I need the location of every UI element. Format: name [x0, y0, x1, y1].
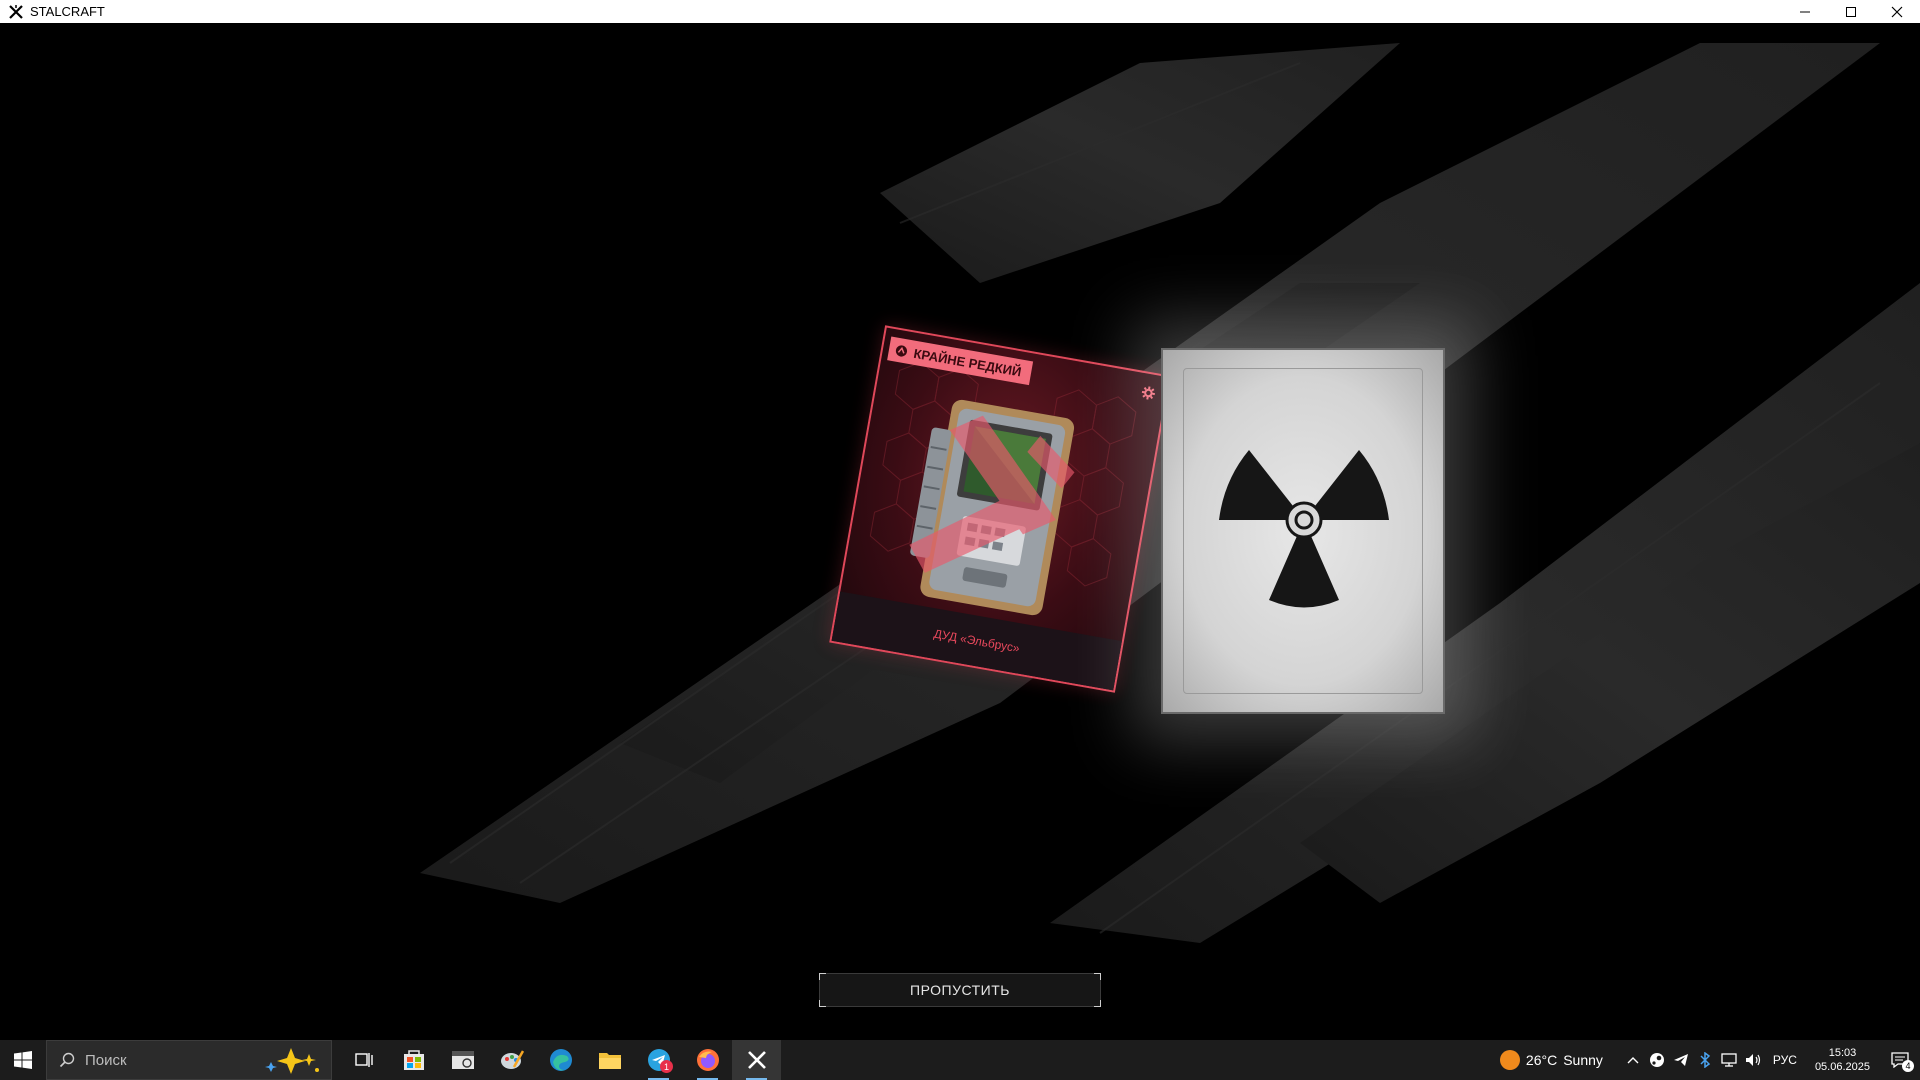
task-view-button[interactable] [340, 1040, 389, 1080]
close-button[interactable] [1874, 0, 1920, 23]
start-button[interactable] [0, 1040, 46, 1080]
taskbar-apps: 1 [340, 1040, 781, 1080]
edge-button[interactable] [536, 1040, 585, 1080]
firefox-button[interactable] [683, 1040, 732, 1080]
input-language[interactable]: РУС [1773, 1053, 1797, 1067]
action-center-button[interactable]: 4 [1880, 1040, 1920, 1080]
facedown-card[interactable] [1161, 348, 1445, 714]
store-icon [403, 1050, 424, 1070]
weather-temp: 26°C [1525, 1052, 1558, 1068]
windows-taskbar: Поиск 1 26°C Sunny РУС 15:03 05.06.2025 … [0, 1040, 1920, 1080]
network-tray-button[interactable] [1717, 1040, 1741, 1080]
calendar-app-icon [451, 1051, 474, 1069]
show-hidden-icons-button[interactable] [1621, 1040, 1645, 1080]
stalcraft-taskbar-button[interactable] [732, 1040, 781, 1080]
calendar-app-button[interactable] [438, 1040, 487, 1080]
rarity-icon [895, 344, 908, 357]
file-explorer-button[interactable] [585, 1040, 634, 1080]
skip-button[interactable]: ПРОПУСТИТЬ [819, 973, 1101, 1007]
weather-condition: Sunny [1563, 1052, 1603, 1068]
minimize-icon [1800, 11, 1810, 12]
maximize-icon [1846, 6, 1856, 17]
reward-card[interactable]: КРАЙНЕ РЕДКИЙ ДУД «Эльбрус» [829, 325, 1171, 693]
window-titlebar: STALCRAFT [0, 0, 1920, 23]
system-tray: 26°C Sunny РУС 15:03 05.06.2025 4 [1499, 1040, 1920, 1080]
notification-count: 4 [1902, 1060, 1914, 1072]
file-explorer-icon [598, 1053, 621, 1069]
game-viewport: КРАЙНЕ РЕДКИЙ ДУД «Эльбрус» ПРОПУСТИТЬ [0, 23, 1920, 1040]
close-icon [1891, 6, 1903, 17]
minimize-button[interactable] [1782, 0, 1828, 23]
stalcraft-icon [747, 1051, 766, 1069]
steam-icon [1649, 1053, 1664, 1067]
store-button[interactable] [389, 1040, 438, 1080]
windows-logo-icon [14, 1051, 32, 1069]
network-icon [1721, 1053, 1737, 1067]
clock[interactable]: 15:03 05.06.2025 [1815, 1046, 1870, 1074]
window-controls [1782, 0, 1920, 23]
firefox-icon [696, 1049, 719, 1071]
corner-tl [819, 973, 826, 980]
task-view-icon [354, 1053, 373, 1067]
clock-time: 15:03 [1828, 1047, 1857, 1059]
telegram-tray-icon [1673, 1054, 1688, 1066]
weather-widget[interactable]: 26°C Sunny [1499, 1050, 1603, 1070]
telegram-button[interactable]: 1 [634, 1040, 683, 1080]
paint-icon [500, 1050, 524, 1069]
volume-icon [1745, 1054, 1761, 1066]
paint-button[interactable] [487, 1040, 536, 1080]
stalcraft-app-icon [9, 4, 23, 19]
search-highlight-icon [265, 1048, 319, 1074]
corner-tr [1094, 973, 1101, 980]
search-box[interactable]: Поиск [46, 1040, 332, 1080]
telegram-tray-button[interactable] [1669, 1040, 1693, 1080]
clock-date: 05.06.2025 [1814, 1061, 1870, 1073]
search-icon [59, 1052, 75, 1068]
weather-sun-icon [1499, 1050, 1520, 1070]
gear-icon [1141, 386, 1155, 400]
edge-icon [549, 1049, 572, 1071]
radiation-icon [1219, 450, 1389, 608]
bluetooth-icon [1700, 1052, 1711, 1068]
corner-br [1094, 1000, 1101, 1007]
volume-tray-button[interactable] [1741, 1040, 1765, 1080]
window-title: STALCRAFT [30, 4, 105, 19]
item-name: ДУД «Эльбрус» [932, 626, 1021, 656]
search-placeholder: Поиск [85, 1051, 127, 1069]
skip-button-label: ПРОПУСТИТЬ [910, 982, 1010, 998]
corner-bl [819, 1000, 826, 1007]
bluetooth-tray-button[interactable] [1693, 1040, 1717, 1080]
maximize-button[interactable] [1828, 0, 1874, 23]
telegram-badge: 1 [660, 1060, 673, 1073]
chevron-up-icon [1627, 1057, 1639, 1064]
steam-tray-button[interactable] [1645, 1040, 1669, 1080]
